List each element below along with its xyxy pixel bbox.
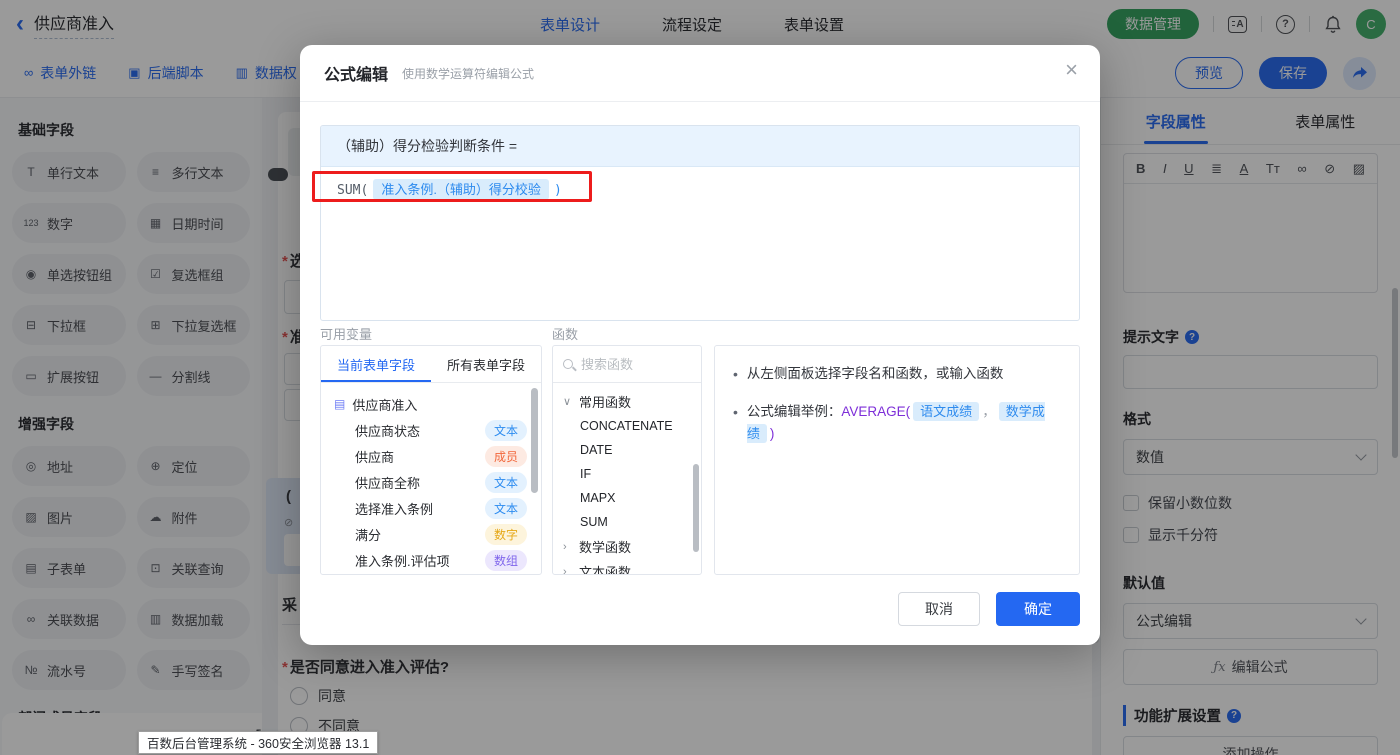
bullet-icon: •	[733, 363, 738, 385]
function-item[interactable]: DATE	[553, 438, 701, 462]
browser-tooltip: 百数后台管理系统 - 360安全浏览器 13.1	[138, 731, 378, 754]
help-line-1: 从左侧面板选择字段名和函数，或输入函数	[747, 363, 1004, 385]
function-group-text[interactable]: › 文本函数	[553, 559, 701, 575]
variables-scrollbar[interactable]	[531, 388, 538, 493]
function-search[interactable]	[553, 346, 701, 383]
formula-variable-token[interactable]: 准入条例.（辅助）得分校验	[373, 179, 549, 200]
function-group-label: 数学函数	[579, 537, 631, 556]
chevron-collapsed-icon: ›	[563, 541, 573, 553]
formula-content[interactable]: SUM( 准入条例.（辅助）得分校验)	[321, 167, 1079, 211]
function-item[interactable]: CONCATENATE	[553, 414, 701, 438]
formula-edit-modal: 公式编辑 使用数学运算符编辑公式 × （辅助）得分检验判断条件 = SUM( 准入…	[300, 45, 1100, 645]
variable-root-label: 供应商准入	[352, 395, 417, 414]
function-item[interactable]: MAPX	[553, 486, 701, 510]
search-icon	[563, 359, 573, 369]
function-item[interactable]: IF	[553, 462, 701, 486]
close-icon[interactable]: ×	[1065, 59, 1078, 81]
variable-name: 满分	[355, 525, 381, 544]
field-type-badge: 文本	[485, 472, 527, 493]
field-type-badge: 文本	[485, 420, 527, 441]
function-group-label: 常用函数	[579, 392, 631, 411]
chevron-expanded-icon: ∨	[563, 395, 573, 408]
field-type-badge: 数字	[485, 524, 527, 545]
formula-target-label: （辅助）得分检验判断条件 =	[337, 136, 517, 156]
field-type-badge: 数组	[485, 550, 527, 571]
variable-name: 供应商全称	[355, 473, 420, 492]
functions-panel: ∨ 常用函数 CONCATENATE DATE IF MAPX SUM › 数学…	[552, 345, 702, 575]
formula-help-panel: • 从左侧面板选择字段名和函数，或输入函数 • 公式编辑举例：AVERAGE(语…	[714, 345, 1080, 575]
functions-label: 函数	[552, 324, 578, 343]
formula-function-text: SUM(	[337, 183, 368, 198]
tab-current-form-fields[interactable]: 当前表单字段	[321, 346, 431, 382]
variable-row[interactable]: 供应商状态 文本	[321, 417, 541, 443]
functions-scrollbar[interactable]	[693, 464, 699, 552]
field-type-badge: 文本	[485, 498, 527, 519]
variable-tree-root[interactable]: ▤ 供应商准入	[321, 391, 541, 417]
bullet-icon: •	[733, 401, 738, 423]
function-item[interactable]: SUM	[553, 510, 701, 534]
variable-row[interactable]: 选择准入条例 文本	[321, 495, 541, 521]
variable-name: 选择准入条例	[355, 499, 433, 518]
function-search-input[interactable]	[581, 357, 671, 372]
variable-row[interactable]: 满分 数字	[321, 521, 541, 547]
form-doc-icon: ▤	[334, 397, 345, 411]
help-example-var1: 语文成绩	[913, 402, 979, 421]
help-example-close: )	[770, 426, 775, 441]
modal-subtitle: 使用数学运算符编辑公式	[402, 65, 534, 82]
variables-panel: 当前表单字段 所有表单字段 ▤ 供应商准入 供应商状态文本 供应商成员 供应商全…	[320, 345, 542, 575]
help-example-comma: ，	[982, 404, 996, 419]
variables-label: 可用变量	[320, 324, 372, 343]
tab-all-form-fields[interactable]: 所有表单字段	[431, 346, 541, 382]
confirm-button[interactable]: 确定	[996, 592, 1080, 626]
function-group-math[interactable]: › 数学函数	[553, 534, 701, 559]
variable-name: 准入条例.评估项	[355, 551, 450, 570]
help-line-2: 公式编辑举例：AVERAGE(语文成绩，数学成绩)	[747, 401, 1061, 445]
variable-row[interactable]: 供应商全称 文本	[321, 469, 541, 495]
function-group-common[interactable]: ∨ 常用函数	[553, 389, 701, 414]
variable-name: 供应商	[355, 447, 394, 466]
chevron-collapsed-icon: ›	[563, 566, 573, 576]
cancel-button[interactable]: 取消	[898, 592, 980, 626]
help-example-function: AVERAGE(	[841, 404, 910, 419]
variable-row[interactable]: 供应商 成员	[321, 443, 541, 469]
formula-editor-box[interactable]: （辅助）得分检验判断条件 = SUM( 准入条例.（辅助）得分校验)	[320, 125, 1080, 321]
variable-row[interactable]: 准入条例.评估项 数组	[321, 547, 541, 573]
modal-title: 公式编辑	[324, 61, 388, 85]
help-example-prefix: 公式编辑举例：	[747, 404, 842, 419]
formula-target-bar: （辅助）得分检验判断条件 =	[321, 126, 1079, 167]
variable-name: 供应商状态	[355, 421, 420, 440]
formula-close-paren: )	[554, 183, 562, 198]
function-group-label: 文本函数	[579, 562, 631, 575]
field-type-badge: 成员	[485, 446, 527, 467]
